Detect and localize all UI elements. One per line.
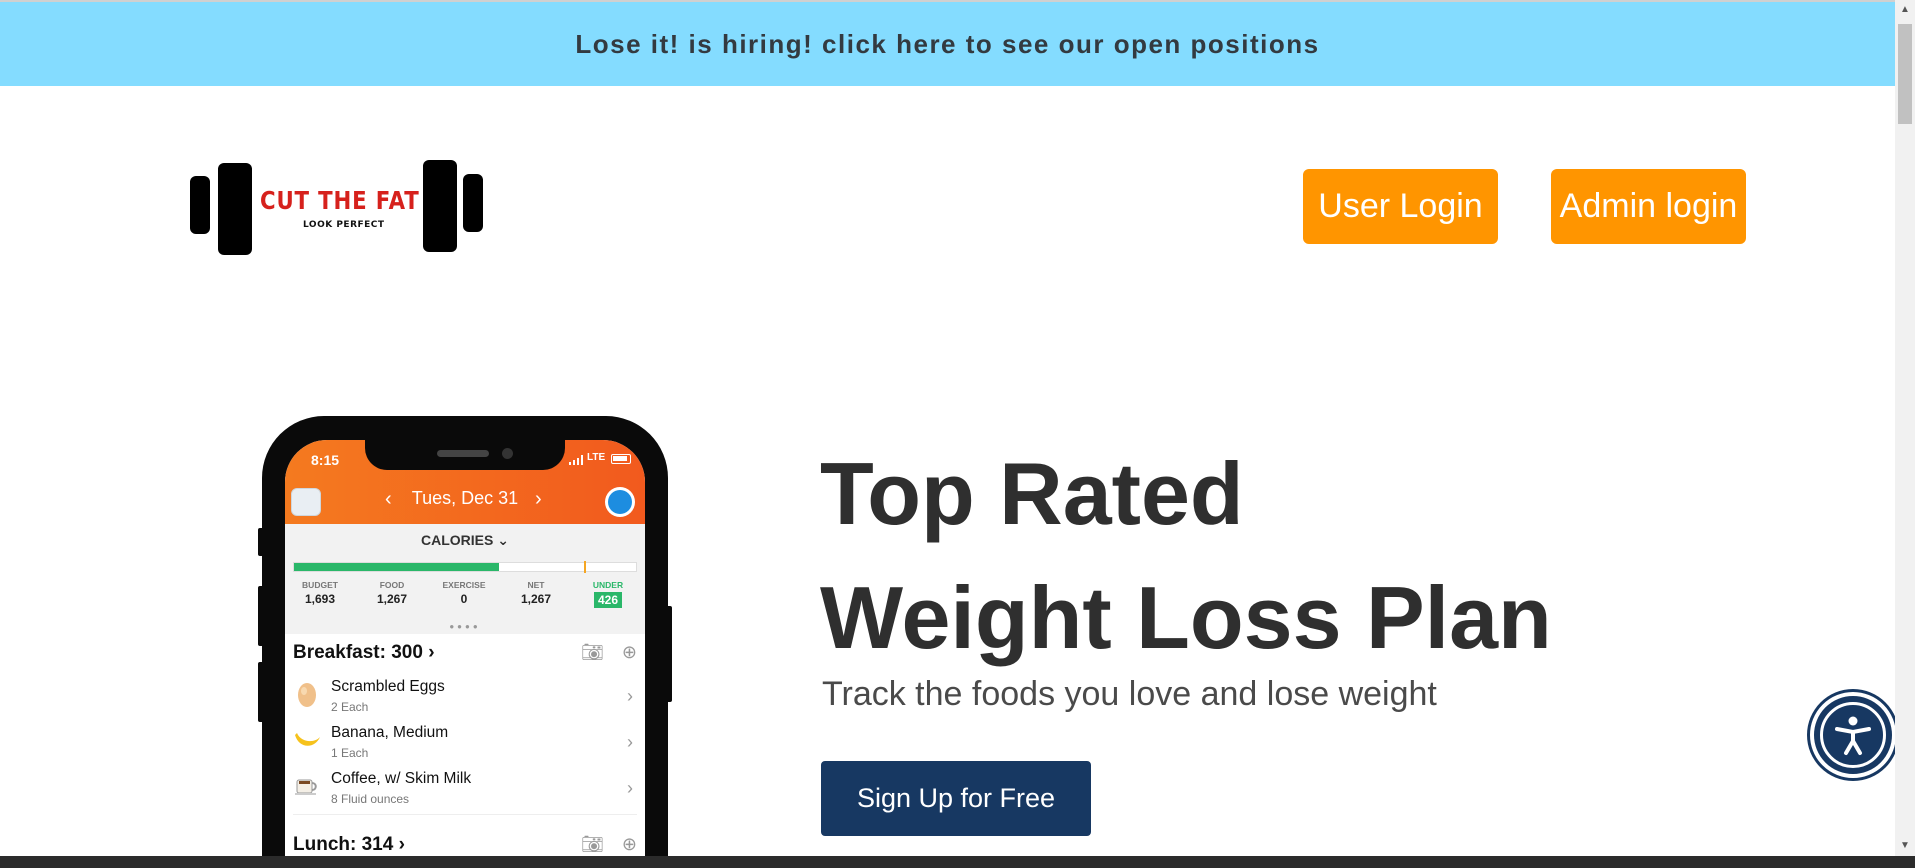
hero-title: Top Rated Weight Loss Plan: [820, 432, 1552, 680]
page: Lose it! is hiring! click here to see ou…: [0, 0, 1915, 868]
camera-icon: 📷︎: [581, 642, 604, 662]
logo-plate-right-inner: [423, 160, 457, 252]
phone-mockup: 8:15 LTE ‹ Tues, Dec 31 › CALORIES ⌄ BUD…: [258, 416, 672, 868]
cut-the-fat-logo[interactable]: CUT THE FAT LOOK PERFECT: [190, 158, 484, 255]
meal-divider: [293, 814, 637, 815]
calories-progress-fill: [294, 563, 500, 571]
stat-exercise: EXERCISE 0: [442, 580, 486, 606]
camera-icon: 📷︎: [581, 834, 604, 854]
hiring-link[interactable]: Lose it! is hiring! click here to see ou…: [575, 29, 1319, 60]
accessibility-button[interactable]: [1810, 692, 1896, 778]
phone-side-button-right: [666, 606, 672, 702]
stat-under: UNDER 426: [592, 580, 624, 608]
page-dots: ●●●●: [449, 622, 481, 631]
user-login-button[interactable]: User Login: [1303, 169, 1498, 244]
chevron-right-icon: ›: [627, 778, 633, 798]
coffee-icon: [293, 772, 321, 800]
network-label: LTE: [587, 452, 606, 463]
accessibility-icon: [1820, 702, 1886, 768]
page-scrollbar[interactable]: ▲ ▼: [1895, 0, 1915, 856]
scroll-thumb[interactable]: [1898, 24, 1912, 124]
scroll-down-arrow-icon[interactable]: ▼: [1895, 836, 1915, 856]
phone-side-button-left-1: [258, 528, 264, 556]
logo-title: CUT THE FAT: [260, 186, 420, 215]
logo-plate-left-outer: [190, 176, 210, 234]
user-avatar-icon: [605, 487, 635, 517]
breakfast-heading: Breakfast: 300 ›: [293, 642, 435, 663]
food-item: Scrambled Eggs 2 Each ›: [293, 676, 637, 722]
lunch-actions: 📷︎ ⊕: [581, 834, 637, 855]
phone-notch: [365, 440, 565, 470]
hero-title-line1: Top Rated: [820, 444, 1244, 543]
phone-side-button-left-3: [258, 662, 264, 722]
calories-progress-bar: [293, 561, 637, 573]
calories-label: CALORIES ⌄: [421, 532, 509, 548]
calories-budget-marker: [584, 561, 586, 573]
add-circle-icon: ⊕: [621, 642, 637, 662]
food-item: Coffee, w/ Skim Milk 8 Fluid ounces ›: [293, 768, 637, 814]
breakfast-actions: 📷︎ ⊕: [581, 642, 637, 663]
admin-login-button[interactable]: Admin login: [1551, 169, 1746, 244]
calories-panel: CALORIES ⌄ BUDGET 1,693 FOOD 1,267 EXERC…: [285, 524, 645, 634]
speaker-icon: [437, 450, 489, 457]
app-date: Tues, Dec 31: [411, 488, 519, 508]
egg-icon: [293, 680, 321, 708]
stat-budget: BUDGET 1,693: [302, 580, 338, 606]
add-circle-icon: ⊕: [621, 834, 637, 854]
bottom-edge-bar: [0, 856, 1915, 868]
camera-lens-icon: [502, 448, 513, 459]
phone-side-button-left-2: [258, 586, 264, 646]
logo-tagline: LOOK PERFECT: [303, 220, 385, 230]
status-time: 8:15: [311, 452, 340, 468]
sign-up-button[interactable]: Sign Up for Free: [821, 761, 1091, 836]
chevron-right-icon: ›: [627, 686, 633, 706]
chevron-right-icon: ›: [627, 732, 633, 752]
battery-icon: [611, 454, 631, 464]
lunch-heading: Lunch: 314 ›: [293, 834, 405, 855]
banana-icon: [293, 726, 321, 754]
signal-icon: [569, 455, 583, 465]
chevron-right-icon: ›: [535, 488, 542, 510]
logo-plate-left-inner: [218, 163, 252, 255]
phone-screen: 8:15 LTE ‹ Tues, Dec 31 › CALORIES ⌄ BUD…: [285, 440, 645, 868]
logo-plate-right-outer: [463, 174, 483, 232]
hero-title-line2: Weight Loss Plan: [820, 568, 1552, 667]
scroll-up-arrow-icon[interactable]: ▲: [1895, 0, 1915, 20]
stat-food: FOOD 1,267: [376, 580, 408, 606]
hiring-banner[interactable]: Lose it! is hiring! click here to see ou…: [0, 0, 1895, 86]
food-item: Banana, Medium 1 Each ›: [293, 722, 637, 768]
hero-subtitle: Track the foods you love and lose weight: [822, 675, 1437, 713]
stat-net: NET 1,267: [520, 580, 552, 606]
